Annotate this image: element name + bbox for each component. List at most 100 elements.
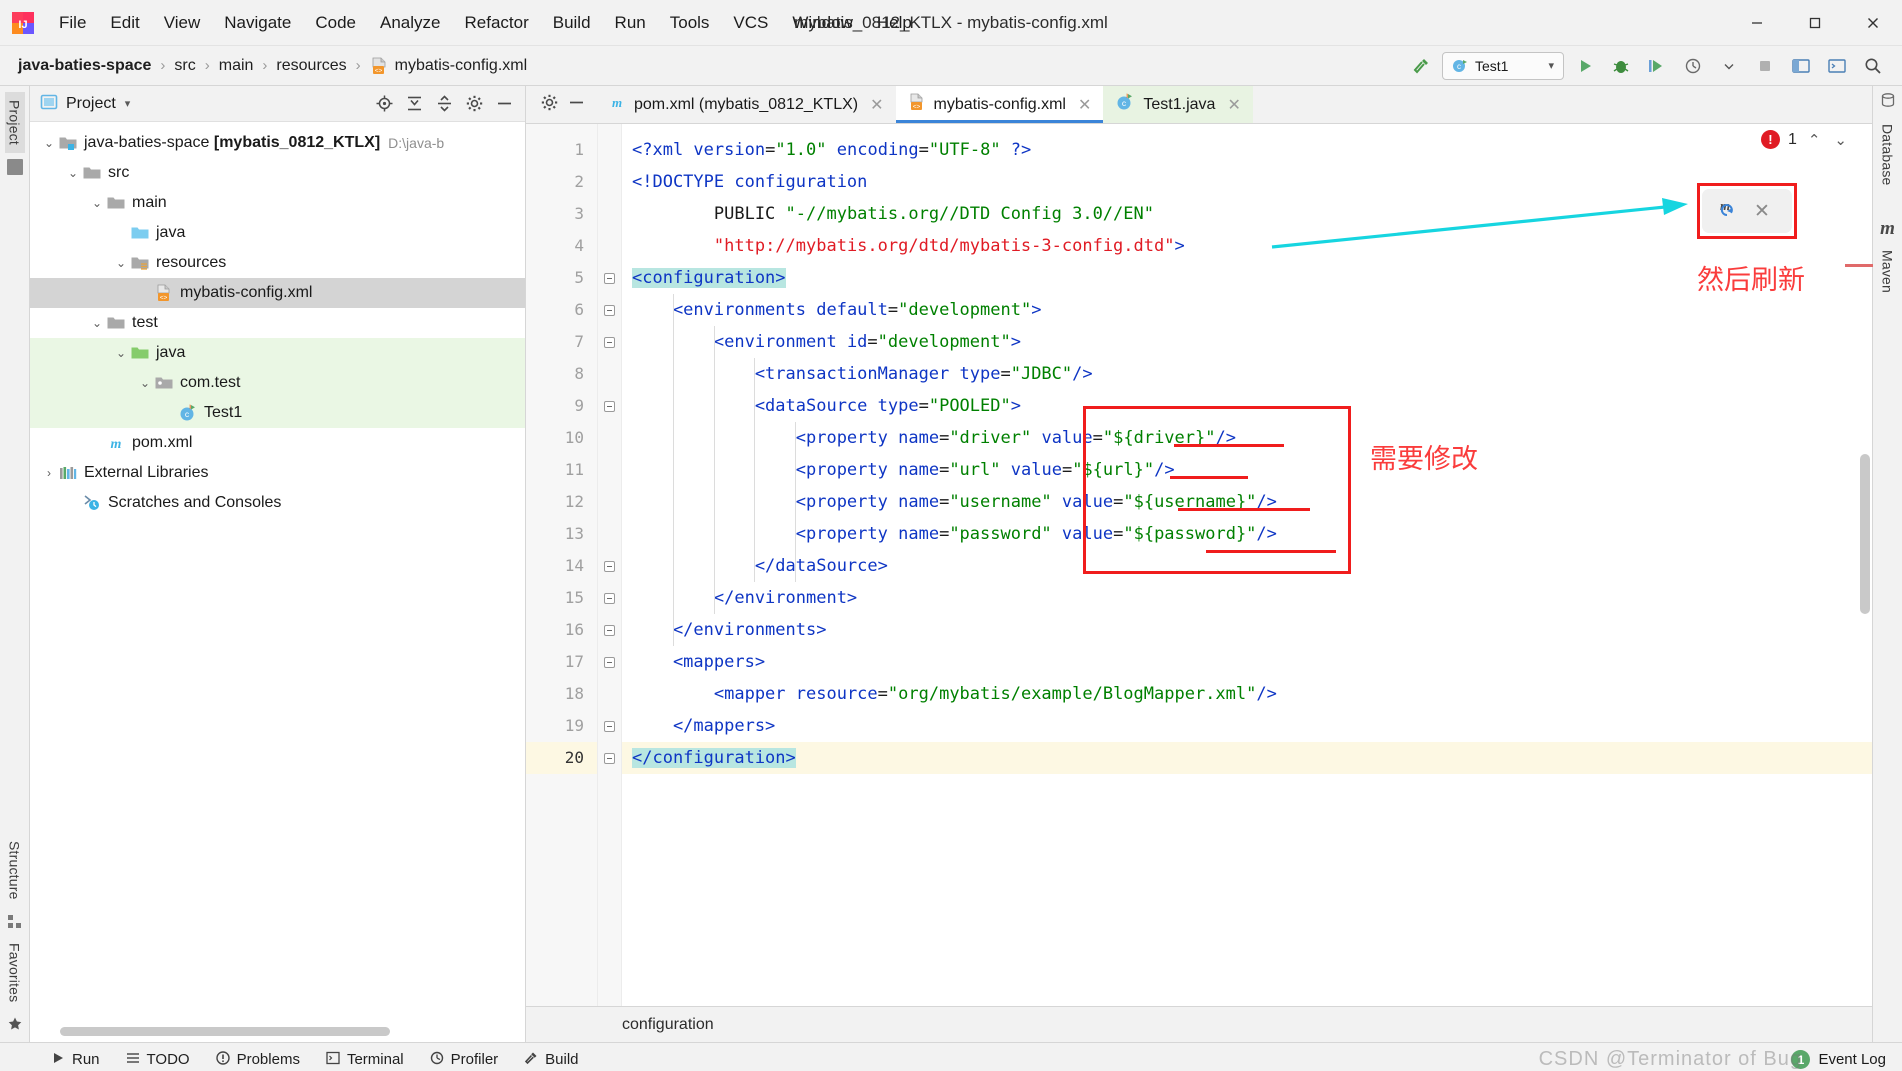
menu-help[interactable]: Help <box>866 9 923 37</box>
code-line-9[interactable]: <dataSource type="POOLED"> <box>622 390 1872 422</box>
next-problem-icon[interactable]: ⌄ <box>1831 131 1850 149</box>
fold-marker-end-mappers[interactable] <box>598 710 621 742</box>
menu-vcs[interactable]: VCS <box>722 9 779 37</box>
tree-node-scratches-consoles[interactable]: Scratches and Consoles <box>30 488 525 518</box>
breadcrumb-project[interactable]: java-baties-space <box>18 57 151 75</box>
code-line-11[interactable]: <property name="url" value="${url}"/> <box>622 454 1872 486</box>
breadcrumb-resources[interactable]: resources <box>276 57 346 75</box>
menu-tools[interactable]: Tools <box>659 9 721 37</box>
menu-analyze[interactable]: Analyze <box>369 9 451 37</box>
code-line-14[interactable]: </dataSource> <box>622 550 1872 582</box>
gear-icon[interactable] <box>461 91 487 117</box>
code-line-12[interactable]: <property name="username" value="${usern… <box>622 486 1872 518</box>
fold-marker-environment[interactable] <box>598 326 621 358</box>
chevron-down-icon[interactable]: ▾ <box>125 97 131 110</box>
code-line-19[interactable]: </mappers> <box>622 710 1872 742</box>
menu-run[interactable]: Run <box>604 9 657 37</box>
maven-reload-popup[interactable]: m ✕ <box>1702 189 1792 233</box>
profile-button[interactable] <box>1678 52 1708 80</box>
code-line-5[interactable]: <configuration> <box>622 262 1872 294</box>
tool-window-event-log[interactable]: Event Log <box>1818 1051 1886 1068</box>
sidebar-item-database[interactable]: Database <box>1878 116 1898 194</box>
code-line-2[interactable]: <!DOCTYPE configuration <box>622 166 1872 198</box>
run-button[interactable] <box>1570 52 1600 80</box>
chevron-down-icon[interactable]: ⌄ <box>112 256 130 270</box>
stop-button[interactable] <box>1750 52 1780 80</box>
menu-refactor[interactable]: Refactor <box>453 9 539 37</box>
breadcrumb-main[interactable]: main <box>219 57 254 75</box>
breadcrumb-src[interactable]: src <box>174 57 195 75</box>
menu-code[interactable]: Code <box>304 9 367 37</box>
inspection-widget[interactable]: ! 1 ⌃ ⌄ <box>1760 130 1850 149</box>
terminal-toggle-icon[interactable] <box>1822 52 1852 80</box>
chevron-down-icon[interactable]: ▾ <box>1548 59 1554 72</box>
expand-all-icon[interactable] <box>401 91 427 117</box>
tree-node-main[interactable]: ⌄ main <box>30 188 525 218</box>
tool-window-todo[interactable]: TODO <box>115 1048 201 1071</box>
tree-node-test1-class[interactable]: c Test1 <box>30 398 525 428</box>
tool-window-run[interactable]: Run <box>40 1048 111 1071</box>
maven-reload-icon[interactable]: m <box>1716 197 1740 225</box>
chevron-down-icon[interactable]: ⌄ <box>40 136 58 150</box>
menu-build[interactable]: Build <box>542 9 602 37</box>
tree-node-src[interactable]: ⌄ src <box>30 158 525 188</box>
collapse-all-icon[interactable] <box>431 91 457 117</box>
sidebar-item-maven[interactable]: Maven <box>1878 242 1898 301</box>
editor-fold-column[interactable] <box>598 124 622 1006</box>
chevron-down-icon[interactable] <box>1714 52 1744 80</box>
menu-navigate[interactable]: Navigate <box>213 9 302 37</box>
code-line-13[interactable]: <property name="password" value="${passw… <box>622 518 1872 550</box>
fold-marker-configuration[interactable] <box>598 262 621 294</box>
chevron-down-icon[interactable]: ⌄ <box>88 316 106 330</box>
code-line-8[interactable]: <transactionManager type="JDBC"/> <box>622 358 1872 390</box>
menu-edit[interactable]: Edit <box>99 9 150 37</box>
code-line-7[interactable]: <environment id="development"> <box>622 326 1872 358</box>
editor-vertical-scrollbar[interactable] <box>1860 454 1870 614</box>
fold-marker-datasource[interactable] <box>598 390 621 422</box>
tree-node-resources[interactable]: ⌄ resources <box>30 248 525 278</box>
chevron-down-icon[interactable]: ⌄ <box>136 376 154 390</box>
sidebar-item-project[interactable]: Project <box>4 92 25 153</box>
editor-tab-test1-java[interactable]: c Test1.java ✕ <box>1103 86 1253 123</box>
tree-node-package-com-test[interactable]: ⌄ com.test <box>30 368 525 398</box>
code-line-1[interactable]: <?xml version="1.0" encoding="UTF-8" ?> <box>622 134 1872 166</box>
debug-button[interactable] <box>1606 52 1636 80</box>
code-line-15[interactable]: </environment> <box>622 582 1872 614</box>
code-line-16[interactable]: </environments> <box>622 614 1872 646</box>
fold-marker-end-environments[interactable] <box>598 614 621 646</box>
layout-icon[interactable] <box>1786 52 1816 80</box>
fold-marker-environments[interactable] <box>598 294 621 326</box>
close-icon[interactable]: ✕ <box>1227 95 1240 115</box>
main-menu[interactable]: File Edit View Navigate Code Analyze Ref… <box>48 9 923 37</box>
code-line-20[interactable]: </configuration> <box>622 742 1872 774</box>
menu-window[interactable]: Window <box>781 9 863 37</box>
run-with-coverage-button[interactable] <box>1642 52 1672 80</box>
tool-window-profiler[interactable]: Profiler <box>419 1048 510 1071</box>
editor-tab-mybatis-config-xml[interactable]: <> mybatis-config.xml ✕ <box>895 86 1104 123</box>
minimize-button[interactable] <box>1728 0 1786 46</box>
close-icon[interactable]: ✕ <box>870 95 883 115</box>
search-icon[interactable] <box>1858 52 1888 80</box>
tree-node-test-java[interactable]: ⌄ java <box>30 338 525 368</box>
fold-marker-end-configuration[interactable] <box>598 742 621 774</box>
fold-marker-end-datasource[interactable] <box>598 550 621 582</box>
code-line-18[interactable]: <mapper resource="org/mybatis/example/Bl… <box>622 678 1872 710</box>
close-icon[interactable]: ✕ <box>1078 95 1091 115</box>
code-line-17[interactable]: <mappers> <box>622 646 1872 678</box>
editor-tab-pom-xml[interactable]: m pom.xml (mybatis_0812_KTLX) ✕ <box>596 86 896 123</box>
maven-popup-close-icon[interactable]: ✕ <box>1754 200 1770 223</box>
tool-window-problems[interactable]: Problems <box>205 1048 311 1071</box>
sidebar-item-structure[interactable]: Structure <box>5 833 25 908</box>
code-line-10[interactable]: <property name="driver" value="${driver}… <box>622 422 1872 454</box>
sidebar-item-favorites[interactable]: Favorites <box>5 935 25 1010</box>
locate-icon[interactable] <box>371 91 397 117</box>
fold-marker-mappers[interactable] <box>598 646 621 678</box>
tool-window-build[interactable]: Build <box>513 1048 589 1071</box>
tree-node-mybatis-config-xml[interactable]: <> mybatis-config.xml <box>30 278 525 308</box>
editor-gutter[interactable]: 1 2 3 4 5 6 7 8 9 10 11 12 13 14 15 16 1 <box>526 124 598 1006</box>
tree-node-pom-xml[interactable]: m pom.xml <box>30 428 525 458</box>
close-button[interactable] <box>1844 0 1902 46</box>
code-line-6[interactable]: <environments default="development"> <box>622 294 1872 326</box>
hide-editor-icon[interactable] <box>567 93 586 116</box>
code-line-3[interactable]: PUBLIC "-//mybatis.org//DTD Config 3.0//… <box>622 198 1872 230</box>
